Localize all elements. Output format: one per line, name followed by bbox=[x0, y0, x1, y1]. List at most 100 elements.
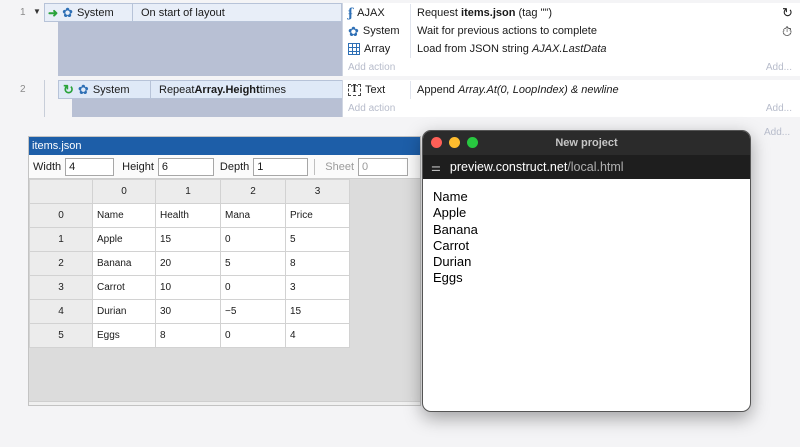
sheet-label: Sheet bbox=[325, 160, 355, 173]
browser-window: New project ⚌ preview.construct.net/loca… bbox=[422, 130, 751, 412]
row-header[interactable]: 0 bbox=[29, 203, 93, 228]
add-action-link[interactable]: Add action bbox=[348, 103, 395, 114]
condition-object: System bbox=[76, 6, 114, 19]
output-line: Banana bbox=[433, 221, 478, 237]
grid-cell[interactable]: 5 bbox=[285, 227, 350, 252]
depth-label: Depth bbox=[219, 160, 250, 173]
browser-titlebar[interactable]: New project bbox=[423, 131, 750, 155]
grid-cell[interactable]: 0 bbox=[220, 323, 286, 348]
array-icon bbox=[348, 43, 360, 55]
table-row: 2 Banana 20 5 8 bbox=[29, 251, 350, 276]
grid-cell[interactable]: 10 bbox=[155, 275, 221, 300]
sheet-input[interactable] bbox=[358, 157, 409, 176]
address-bar[interactable]: ⚌ preview.construct.net/local.html bbox=[423, 155, 750, 179]
grid-cell[interactable]: 3 bbox=[285, 275, 350, 300]
grid-cell[interactable]: Mana bbox=[220, 203, 286, 228]
trigger-arrow-icon: ➜ bbox=[48, 5, 59, 20]
grid-cell[interactable]: Carrot bbox=[92, 275, 156, 300]
row-header[interactable]: 1 bbox=[29, 227, 93, 252]
page-output: Name Apple Banana Carrot Durian Eggs bbox=[423, 179, 750, 297]
collapse-toggle-1[interactable]: ▼ bbox=[33, 5, 41, 17]
column-header[interactable]: 3 bbox=[285, 179, 350, 204]
grid-cell[interactable]: 4 bbox=[285, 323, 350, 348]
output-line: Eggs bbox=[433, 270, 463, 286]
gear-icon: ✿ bbox=[348, 23, 359, 39]
depth-input[interactable] bbox=[253, 157, 309, 176]
row-header[interactable]: 5 bbox=[29, 323, 93, 348]
column-header[interactable]: 0 bbox=[92, 179, 156, 204]
corner-header bbox=[29, 179, 93, 204]
grid-cell[interactable]: Name bbox=[92, 203, 156, 228]
site-settings-icon[interactable]: ⚌ bbox=[431, 161, 441, 174]
sheet-add-link[interactable]: Add... bbox=[764, 127, 790, 138]
column-header[interactable]: 2 bbox=[220, 179, 286, 204]
add-link[interactable]: Add... bbox=[766, 62, 792, 73]
grid-cell[interactable]: 0 bbox=[220, 275, 286, 300]
output-line: Carrot bbox=[433, 237, 470, 253]
row-header[interactable]: 3 bbox=[29, 275, 93, 300]
row-header[interactable]: 2 bbox=[29, 251, 93, 276]
condition-row-2[interactable]: ↻ ✿ System Repeat Array.Height times bbox=[58, 80, 343, 99]
array-editor-toolbar: Width Height Depth Sheet bbox=[29, 155, 420, 179]
action-row[interactable]: Array Load from JSON string AJAX.LastDat… bbox=[343, 40, 800, 58]
triangle-down-icon: ▼ bbox=[33, 7, 41, 16]
grid-cell[interactable]: Apple bbox=[92, 227, 156, 252]
actions-column-2: T Text Append Array.At(0, LoopIndex) & ne… bbox=[342, 80, 800, 117]
add-link[interactable]: Add... bbox=[766, 103, 792, 114]
event-number-2: 2 bbox=[20, 84, 26, 95]
grid-cell[interactable]: 15 bbox=[155, 227, 221, 252]
event-block-1[interactable]: ➜ ✿ System On start of layout bbox=[44, 3, 342, 76]
width-input[interactable] bbox=[65, 157, 115, 176]
row-header[interactable]: 4 bbox=[29, 299, 93, 324]
horizontal-scrollbar[interactable] bbox=[29, 401, 420, 405]
array-editor-title: items.json bbox=[29, 137, 420, 155]
zoom-button[interactable] bbox=[467, 137, 478, 148]
gear-icon: ✿ bbox=[77, 82, 89, 97]
action-row[interactable]: T Text Append Array.At(0, LoopIndex) & ne… bbox=[343, 81, 800, 99]
grid-cell[interactable]: 8 bbox=[285, 251, 350, 276]
table-row: 3 Carrot 10 0 3 bbox=[29, 275, 350, 300]
column-header[interactable]: 1 bbox=[155, 179, 221, 204]
event-body-1 bbox=[58, 22, 342, 76]
minimize-button[interactable] bbox=[449, 137, 460, 148]
loop-icon: ↻ bbox=[63, 81, 74, 97]
wait-icon: ⏱ bbox=[782, 24, 793, 39]
action-row[interactable]: ✿ System Wait for previous actions to com… bbox=[343, 22, 800, 40]
ajax-icon: ʄ bbox=[348, 6, 354, 20]
table-row: 0 Name Health Mana Price bbox=[29, 203, 350, 228]
grid-cell[interactable]: Banana bbox=[92, 251, 156, 276]
grid-cell[interactable]: Price bbox=[285, 203, 350, 228]
table-row: 5 Eggs 8 0 4 bbox=[29, 323, 350, 348]
table-row: 4 Durian 30 −5 15 bbox=[29, 299, 350, 324]
grid-cell[interactable]: 20 bbox=[155, 251, 221, 276]
refresh-icon[interactable]: ↻ bbox=[782, 5, 793, 21]
action-row[interactable]: ʄ AJAX Request items.json (tag "") bbox=[343, 4, 800, 22]
array-grid: 0 1 2 3 0 Name Health Mana Price 1 Apple… bbox=[29, 179, 350, 348]
array-editor-window: items.json Width Height Depth Sheet 0 1 … bbox=[28, 136, 421, 406]
actions-column-1: ʄ AJAX Request items.json (tag "") ✿ Syste… bbox=[342, 3, 800, 76]
grid-cell[interactable]: Eggs bbox=[92, 323, 156, 348]
browser-title: New project bbox=[555, 137, 618, 149]
grid-cell[interactable]: 0 bbox=[220, 227, 286, 252]
height-label: Height bbox=[122, 160, 154, 173]
grid-cell[interactable]: 15 bbox=[285, 299, 350, 324]
table-row: 1 Apple 15 0 5 bbox=[29, 227, 350, 252]
grid-cell[interactable]: Health bbox=[155, 203, 221, 228]
event-number-1: 1 bbox=[20, 7, 26, 18]
grid-cell[interactable]: −5 bbox=[220, 299, 286, 324]
event-body-2 bbox=[72, 99, 343, 117]
condition-text: Repeat Array.Height times bbox=[159, 83, 286, 96]
condition-object: System bbox=[92, 83, 130, 96]
condition-text: On start of layout bbox=[141, 6, 225, 19]
add-action-link[interactable]: Add action bbox=[348, 62, 395, 73]
output-line: Name bbox=[433, 189, 468, 204]
grid-cell[interactable]: 8 bbox=[155, 323, 221, 348]
event-block-2[interactable]: ↻ ✿ System Repeat Array.Height times bbox=[44, 80, 343, 117]
condition-row-1[interactable]: ➜ ✿ System On start of layout bbox=[44, 3, 342, 22]
grid-cell[interactable]: 5 bbox=[220, 251, 286, 276]
grid-cell[interactable]: 30 bbox=[155, 299, 221, 324]
output-line: Apple bbox=[433, 205, 467, 221]
height-input[interactable] bbox=[157, 157, 214, 176]
close-button[interactable] bbox=[431, 137, 442, 148]
grid-cell[interactable]: Durian bbox=[92, 299, 156, 324]
